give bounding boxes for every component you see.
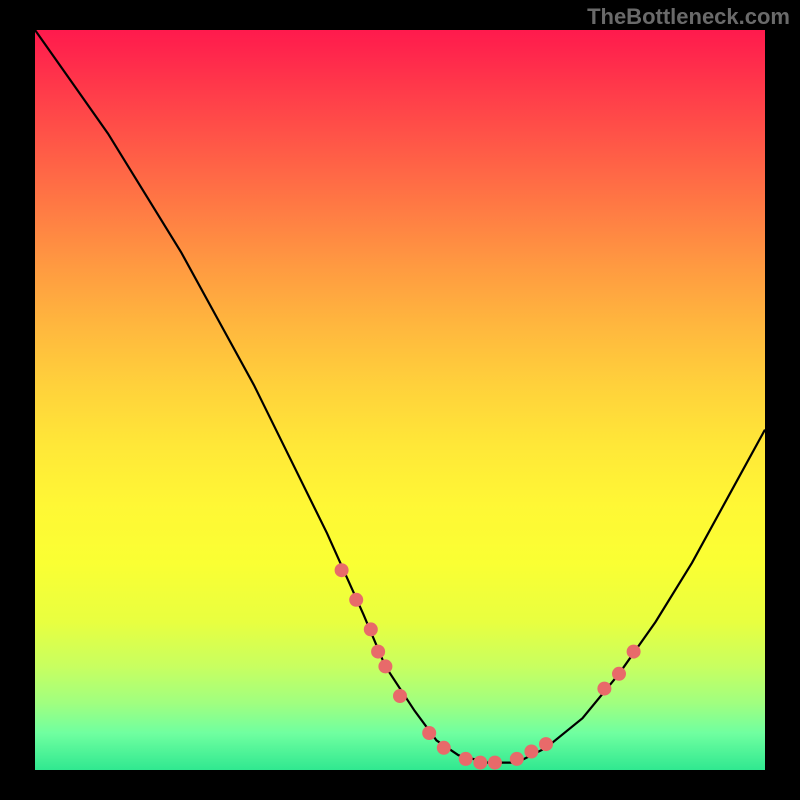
watermark-text: TheBottleneck.com	[587, 4, 790, 30]
data-marker	[335, 563, 349, 577]
data-marker	[437, 741, 451, 755]
data-marker	[349, 593, 363, 607]
chart-overlay	[35, 30, 765, 770]
data-marker	[422, 726, 436, 740]
data-marker	[539, 737, 553, 751]
data-markers	[335, 563, 641, 769]
data-marker	[488, 756, 502, 770]
data-marker	[612, 667, 626, 681]
data-marker	[364, 622, 378, 636]
data-marker	[627, 645, 641, 659]
data-marker	[597, 682, 611, 696]
data-marker	[524, 745, 538, 759]
chart-container: TheBottleneck.com	[0, 0, 800, 800]
data-marker	[459, 752, 473, 766]
data-marker	[510, 752, 524, 766]
data-marker	[371, 645, 385, 659]
data-marker	[393, 689, 407, 703]
data-marker	[473, 756, 487, 770]
bottleneck-curve-line	[35, 30, 765, 763]
plot-area	[35, 30, 765, 770]
data-marker	[378, 659, 392, 673]
